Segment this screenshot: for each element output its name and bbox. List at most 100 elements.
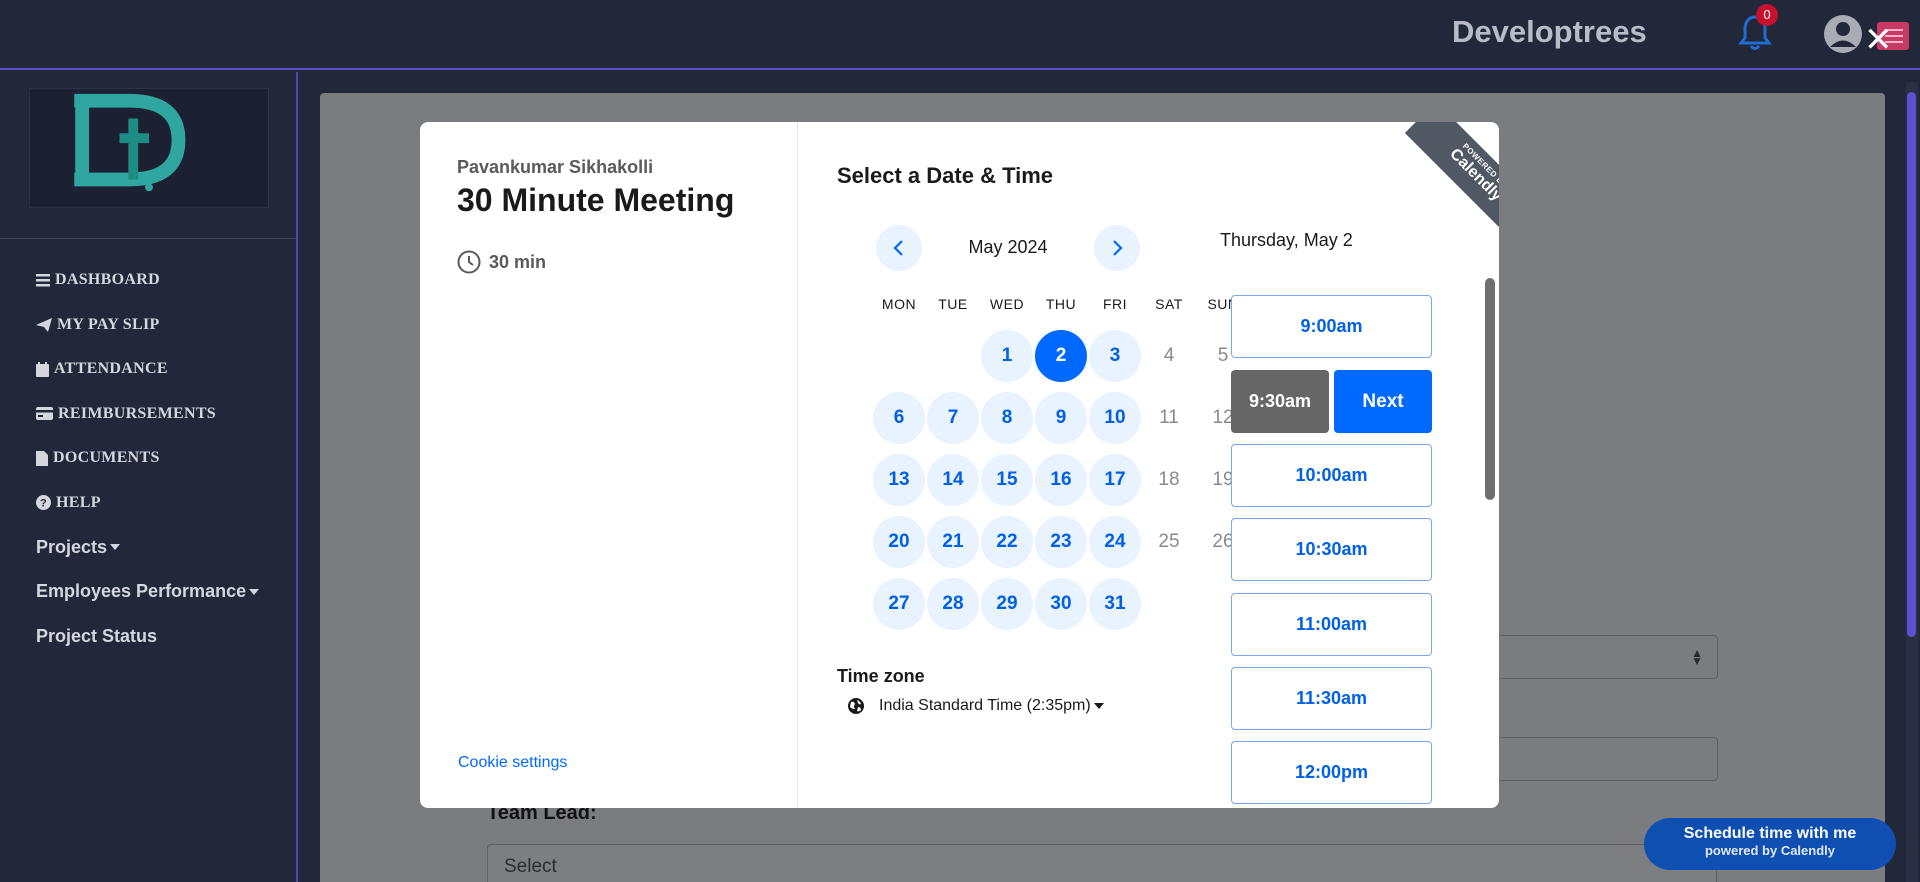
host-name: Pavankumar Sikhakolli	[457, 157, 654, 177]
close-icon[interactable]: ✕	[1864, 20, 1893, 60]
notification-count-badge: 0	[1756, 4, 1778, 26]
page-scrollbar-thumb[interactable]	[1907, 92, 1916, 637]
weekday-header: THU	[1045, 296, 1077, 312]
selected-date-heading: Thursday, May 2	[1220, 230, 1353, 250]
sidebar-item-label: ATTENDANCE	[54, 360, 168, 378]
next-button[interactable]: Next	[1334, 370, 1432, 433]
ribbon-band: POWERED BY Calendly	[1404, 122, 1499, 242]
next-month-button[interactable]	[1094, 225, 1140, 271]
user-avatar-icon[interactable]	[1823, 14, 1863, 54]
available-day[interactable]: 17	[1089, 454, 1141, 506]
calendly-modal: Pavankumar Sikhakolli 30 Minute Meeting …	[420, 122, 1499, 808]
time-slot-button[interactable]: 10:00am	[1231, 444, 1432, 507]
sidebar-item-projects[interactable]: Projects	[36, 525, 259, 570]
weekday-header: FRI	[1102, 296, 1128, 312]
bars-icon	[36, 274, 50, 287]
available-day[interactable]: 13	[873, 454, 925, 506]
available-day[interactable]: 1	[981, 330, 1033, 382]
available-day[interactable]: 10	[1089, 392, 1141, 444]
team-lead-select[interactable]: Select	[487, 844, 1717, 882]
available-day[interactable]: 27	[873, 578, 925, 630]
available-day[interactable]: 30	[1035, 578, 1087, 630]
time-slot-button[interactable]: 10:30am	[1231, 518, 1432, 581]
schedule-time-badge[interactable]: Schedule time with me powered by Calendl…	[1644, 818, 1896, 870]
available-day[interactable]: 16	[1035, 454, 1087, 506]
caret-down-icon	[1093, 703, 1104, 709]
sidebar-item-label: Employees Performance	[36, 581, 247, 602]
weekday-header: SAT	[1155, 296, 1183, 312]
time-slot-button[interactable]: 11:00am	[1231, 593, 1432, 656]
sidebar-item-attendance[interactable]: ATTENDANCE	[36, 347, 259, 392]
badge-line-2: powered by Calendly	[1704, 843, 1836, 858]
caret-down-icon	[110, 544, 121, 551]
duration-text: 30 min	[489, 251, 547, 272]
sidebar-item-documents[interactable]: DOCUMENTS	[36, 436, 259, 481]
month-navigation: May 2024	[876, 225, 1140, 271]
available-day[interactable]: 31	[1089, 578, 1141, 630]
available-day[interactable]: 7	[927, 392, 979, 444]
company-logo	[29, 88, 269, 208]
available-day[interactable]: 14	[927, 454, 979, 506]
question-circle-icon: ?	[36, 495, 51, 511]
available-day[interactable]: 28	[927, 578, 979, 630]
available-day[interactable]: 29	[981, 578, 1033, 630]
top-navbar: Developtrees 0 ✕	[0, 0, 1920, 70]
sidebar-item-dashboard[interactable]: DASHBOARD	[36, 258, 259, 303]
sidebar-item-label: Project Status	[36, 625, 158, 646]
svg-text:?: ?	[40, 498, 47, 510]
selected-time-slot[interactable]: 9:30am	[1231, 370, 1329, 433]
available-day[interactable]: 24	[1089, 516, 1141, 568]
available-day[interactable]: 20	[873, 516, 925, 568]
select-date-time-title: Select a Date & Time	[837, 163, 1054, 188]
unavailable-day: 25	[1158, 531, 1180, 552]
available-day[interactable]: 9	[1035, 392, 1087, 444]
unavailable-day: 18	[1158, 469, 1180, 490]
selected-day[interactable]: 2	[1035, 330, 1087, 382]
sidebar-item-my-pay-slip[interactable]: MY PAY SLIP	[36, 303, 259, 348]
sidebar-divider	[0, 238, 296, 239]
sidebar-item-label: Projects	[36, 536, 108, 557]
available-day[interactable]: 3	[1089, 330, 1141, 382]
sidebar-item-label: REIMBURSEMENTS	[58, 404, 217, 422]
time-slots-scrollbar[interactable]	[1485, 278, 1495, 500]
prev-month-button[interactable]	[876, 225, 922, 271]
globe-icon	[848, 698, 864, 714]
available-day[interactable]: 6	[873, 392, 925, 444]
file-icon	[36, 450, 48, 466]
timezone-label: Time zone	[837, 666, 925, 686]
unavailable-day: 4	[1163, 345, 1175, 366]
time-slot-button[interactable]: 11:30am	[1231, 667, 1432, 730]
available-day[interactable]: 15	[981, 454, 1033, 506]
background-input[interactable]	[1490, 737, 1718, 781]
cookie-settings-link[interactable]: Cookie settings	[458, 754, 567, 772]
timezone-selector[interactable]: India Standard Time (2:35pm)	[847, 697, 1104, 715]
background-select[interactable]: ▲ ▼	[1490, 635, 1718, 679]
available-day[interactable]: 21	[927, 516, 979, 568]
weekday-header: MON	[881, 296, 917, 312]
time-slot-button[interactable]: 9:00am	[1231, 295, 1432, 358]
powered-by-calendly-ribbon[interactable]: POWERED BY Calendly	[1379, 122, 1499, 242]
timezone-value: India Standard Time (2:35pm)	[879, 697, 1091, 714]
sort-arrows-icon: ▲ ▼	[1691, 646, 1703, 668]
sidebar: DASHBOARD MY PAY SLIP ATTENDANCE REIMBUR…	[0, 72, 298, 882]
weekday-header: TUE	[938, 296, 968, 312]
sidebar-item-help[interactable]: ? HELP	[36, 481, 259, 526]
sidebar-item-employees-performance[interactable]: Employees Performance	[36, 570, 260, 615]
chevron-left-icon	[893, 240, 903, 256]
weekday-header: WED	[989, 296, 1025, 312]
available-day[interactable]: 23	[1035, 516, 1087, 568]
paper-plane-icon	[36, 317, 52, 332]
chevron-right-icon	[1113, 240, 1123, 256]
calendar-icon	[36, 361, 49, 377]
clock-icon	[457, 250, 481, 274]
event-details-panel: Pavankumar Sikhakolli 30 Minute Meeting …	[420, 122, 798, 808]
sidebar-nav: DASHBOARD MY PAY SLIP ATTENDANCE REIMBUR…	[36, 258, 260, 659]
sidebar-item-project-status[interactable]: Project Status	[36, 614, 259, 659]
available-day[interactable]: 22	[981, 516, 1033, 568]
available-day[interactable]: 8	[981, 392, 1033, 444]
month-label: May 2024	[968, 237, 1048, 257]
brand-name: Developtrees	[1452, 14, 1647, 49]
sidebar-item-reimbursements[interactable]: REIMBURSEMENTS	[36, 392, 259, 437]
time-slot-button[interactable]: 12:00pm	[1231, 741, 1432, 804]
badge-line-1: Schedule time with me	[1683, 825, 1857, 842]
